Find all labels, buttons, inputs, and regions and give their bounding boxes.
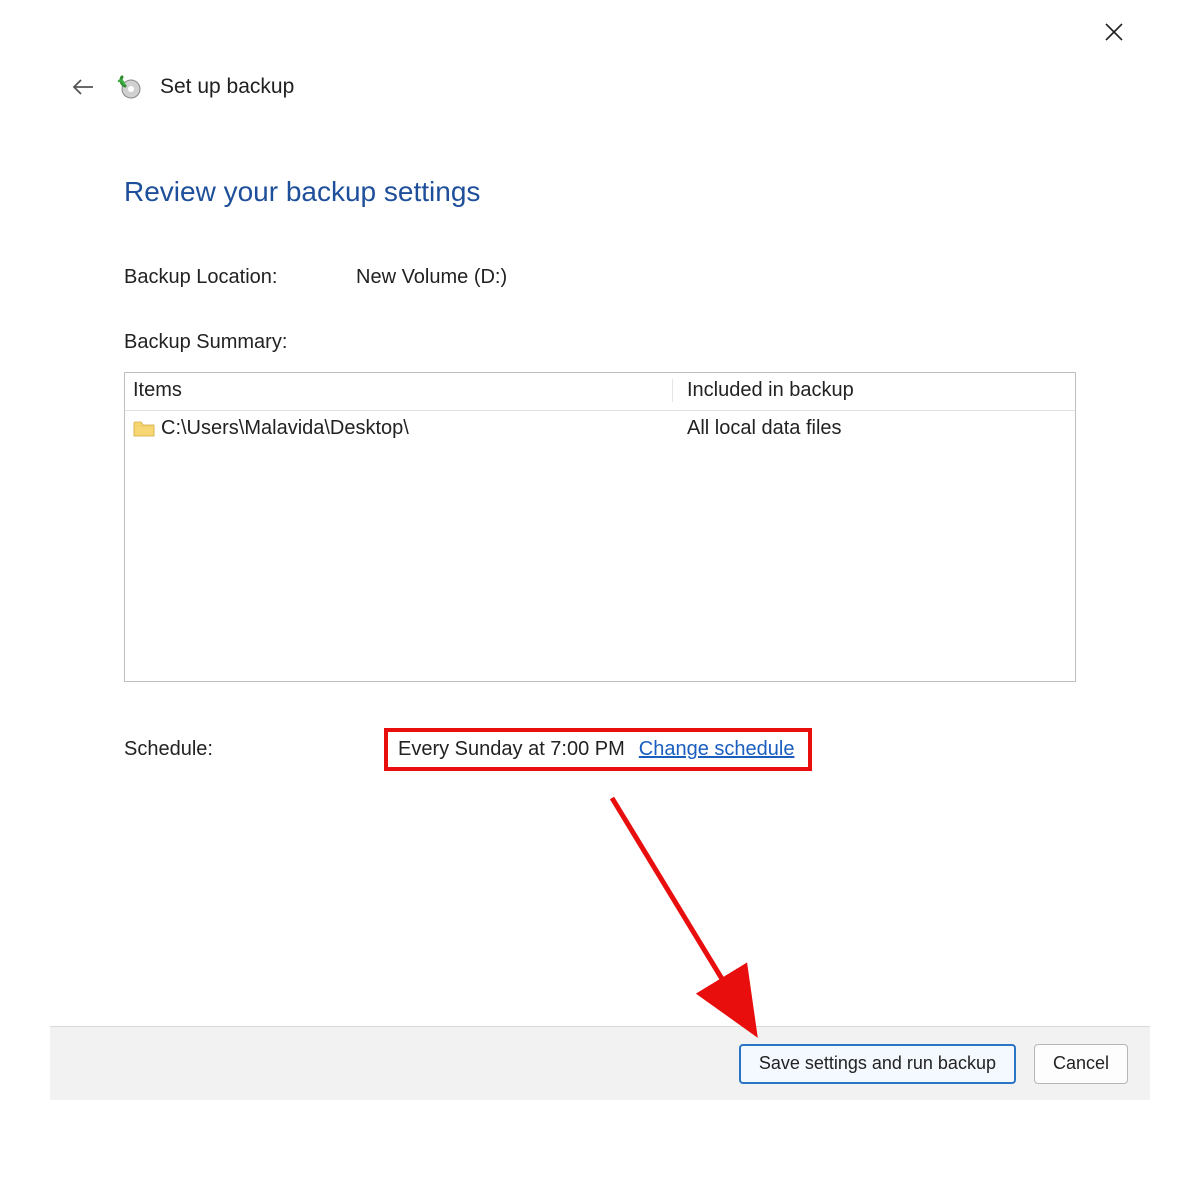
save-and-run-button[interactable]: Save settings and run backup [739, 1044, 1016, 1084]
schedule-highlight-box: Every Sunday at 7:00 PM Change schedule [384, 728, 812, 771]
summary-col-items[interactable]: Items [133, 379, 673, 402]
backup-location-row: Backup Location: New Volume (D:) [124, 266, 1076, 289]
backup-summary-table[interactable]: Items Included in backup C:\Users\Malavi… [124, 372, 1076, 682]
wizard-title: Set up backup [160, 75, 294, 99]
folder-icon [133, 420, 155, 438]
summary-col-included[interactable]: Included in backup [673, 379, 1067, 402]
backup-location-label: Backup Location: [124, 266, 356, 289]
wizard-window: Set up backup Review your backup setting… [50, 0, 1150, 1100]
back-arrow-icon [71, 77, 95, 97]
back-button[interactable] [68, 72, 98, 102]
close-icon [1104, 22, 1124, 42]
schedule-row: Schedule: Every Sunday at 7:00 PM Change… [124, 728, 1076, 771]
wizard-footer: Save settings and run backup Cancel [50, 1026, 1150, 1100]
summary-item-included: All local data files [673, 417, 1067, 440]
schedule-value: Every Sunday at 7:00 PM [398, 738, 625, 761]
wizard-header: Set up backup [50, 0, 1150, 102]
close-button[interactable] [1100, 18, 1128, 46]
backup-location-value: New Volume (D:) [356, 266, 507, 289]
change-schedule-link[interactable]: Change schedule [639, 738, 795, 761]
backup-summary-label: Backup Summary: [124, 331, 1076, 354]
schedule-label: Schedule: [124, 738, 384, 761]
backup-wizard-icon [116, 74, 142, 100]
wizard-content: Review your backup settings Backup Locat… [50, 102, 1150, 1026]
page-heading: Review your backup settings [124, 176, 1076, 208]
cancel-button[interactable]: Cancel [1034, 1044, 1128, 1084]
summary-header-row: Items Included in backup [125, 373, 1075, 411]
summary-item-path: C:\Users\Malavida\Desktop\ [161, 417, 409, 440]
table-row[interactable]: C:\Users\Malavida\Desktop\ All local dat… [125, 411, 1075, 446]
